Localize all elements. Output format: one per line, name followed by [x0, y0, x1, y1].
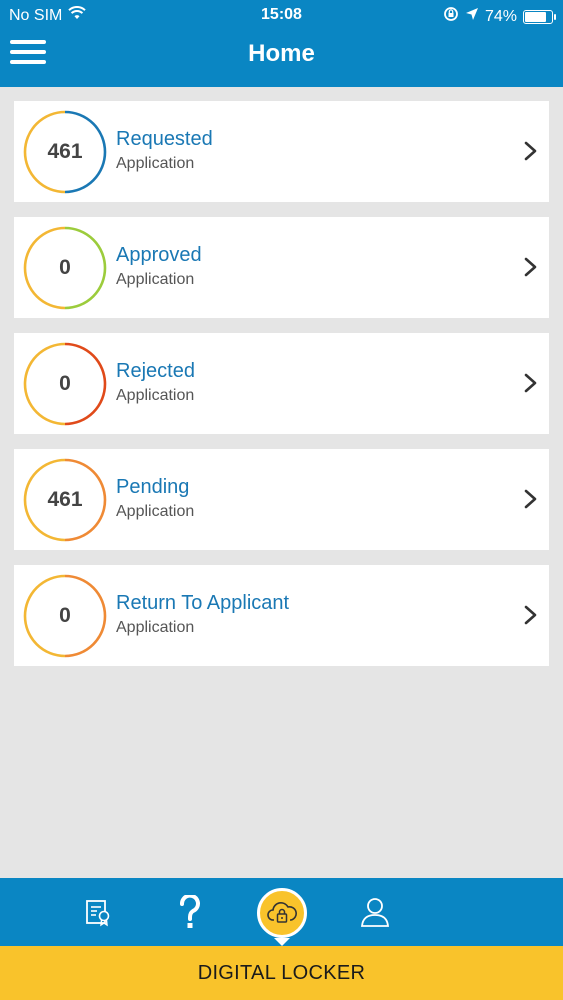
count-ring: 0 — [23, 226, 107, 310]
card-subtitle: Application — [116, 155, 195, 172]
summary-list: 461 Requested Application 0 Approved App… — [14, 101, 549, 681]
count-value: 0 — [59, 256, 71, 279]
location-icon — [465, 7, 479, 26]
user-icon[interactable] — [360, 896, 390, 933]
count-value: 461 — [47, 140, 83, 163]
count-ring: 461 — [23, 110, 107, 194]
card-title: Requested — [116, 128, 213, 150]
battery-percent: 74% — [484, 7, 517, 25]
chevron-right-icon — [521, 139, 541, 163]
card-subtitle: Application — [116, 619, 195, 636]
card-subtitle: Application — [116, 387, 195, 404]
count-value: 0 — [59, 604, 71, 627]
certificate-icon[interactable] — [85, 899, 111, 932]
active-tab-pointer — [274, 938, 290, 946]
chevron-right-icon — [521, 255, 541, 279]
help-icon[interactable] — [178, 893, 202, 934]
card-title: Rejected — [116, 360, 195, 382]
status-bar: No SIM 15:08 74% — [0, 0, 563, 30]
chevron-right-icon — [521, 487, 541, 511]
status-card-approved[interactable]: 0 Approved Application — [14, 217, 549, 318]
card-subtitle: Application — [116, 503, 195, 520]
chevron-right-icon — [521, 603, 541, 627]
card-title: Approved — [116, 244, 202, 266]
count-ring: 461 — [23, 458, 107, 542]
app-header: No SIM 15:08 74% Home — [0, 0, 563, 87]
status-card-return-to-applicant[interactable]: 0 Return To Applicant Application — [14, 565, 549, 666]
rotation-lock-icon — [443, 6, 459, 27]
page-title: Home — [248, 40, 315, 67]
count-value: 461 — [47, 488, 83, 511]
status-card-rejected[interactable]: 0 Rejected Application — [14, 333, 549, 434]
card-title: Return To Applicant — [116, 592, 290, 614]
status-card-requested[interactable]: 461 Requested Application — [14, 101, 549, 202]
card-subtitle: Application — [116, 271, 195, 288]
status-card-pending[interactable]: 461 Pending Application — [14, 449, 549, 550]
digital-locker-button[interactable]: DIGITAL LOCKER — [0, 946, 563, 1000]
count-ring: 0 — [23, 574, 107, 658]
chevron-right-icon — [521, 371, 541, 395]
cloud-lock-icon[interactable] — [257, 888, 307, 938]
battery-icon — [523, 9, 556, 24]
count-value: 0 — [59, 372, 71, 395]
card-title: Pending — [116, 476, 190, 498]
count-ring: 0 — [23, 342, 107, 426]
